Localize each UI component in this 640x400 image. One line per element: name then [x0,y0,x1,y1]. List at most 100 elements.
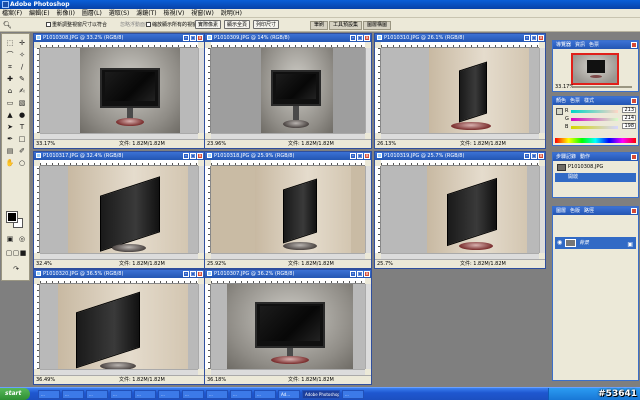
red-slider[interactable] [571,110,618,113]
start-button[interactable]: start [0,388,30,400]
menu-window[interactable]: 視窗(W) [191,10,214,17]
tab-layers[interactable]: 圖層 [556,207,566,215]
document-titlebar[interactable]: P1010310.JPG @ 26.1% (RGB/8) - □ × [375,34,545,42]
taskbar-item[interactable]: ... [230,390,252,399]
taskbar-item[interactable]: ... [342,390,364,399]
document-titlebar[interactable]: P1010320.JPG @ 36.5% (RGB/8) - □ × [34,270,204,278]
tab-channels[interactable]: 色版 [570,207,580,215]
maximize-button[interactable]: □ [190,35,196,41]
taskbar-item[interactable]: ... [158,390,180,399]
type-tool-icon[interactable]: T [17,122,27,132]
marquee-tool-icon[interactable]: ⬚ [5,38,15,48]
tab-info[interactable]: 資訊 [575,41,585,49]
zoom-level[interactable]: 32.4% [36,260,66,268]
actual-pixels-button[interactable]: 實際像素 [195,20,222,29]
minimize-button[interactable]: - [524,35,530,41]
history-snapshot[interactable]: P1010308.JPG [555,163,636,172]
maximize-button[interactable]: □ [357,271,363,277]
path-selection-tool-icon[interactable]: ➤ [5,122,15,132]
color-foreground-swatch[interactable] [556,108,563,115]
taskbar-item[interactable]: ... [254,390,276,399]
maximize-button[interactable]: □ [190,271,196,277]
tab-history[interactable]: 步驟記錄 [556,153,576,161]
document-titlebar[interactable]: P1010319.JPG @ 25.7% (RGB/8) - □ × [375,152,545,160]
document-canvas[interactable] [381,48,539,133]
document-titlebar[interactable]: P1010309.JPG @ 14% (RGB/8) - □ × [205,34,371,42]
blur-tool-icon[interactable]: ▲ [5,110,15,120]
document-window[interactable]: P1010309.JPG @ 14% (RGB/8) - □ × 23.96% 文件:… [204,33,372,149]
zoom-level[interactable]: 33.17% [36,140,66,148]
notes-tool-icon[interactable]: ▤ [5,146,15,156]
document-canvas[interactable] [40,48,198,133]
move-tool-icon[interactable]: ✛ [17,38,27,48]
menu-edit[interactable]: 編輯(E) [29,10,49,17]
document-canvas[interactable] [211,284,365,369]
menu-select[interactable]: 選取(S) [109,10,130,17]
document-window[interactable]: P1010318.JPG @ 25.9% (RGB/8) - □ × 25.92% 文… [204,151,372,269]
document-canvas[interactable] [40,166,198,253]
quick-mask-off-icon[interactable]: ▣ [5,234,15,244]
navigator-zoom-slider[interactable] [573,86,632,88]
healing-brush-tool-icon[interactable]: ✚ [5,74,15,84]
maximize-button[interactable]: □ [531,35,537,41]
maximize-button[interactable]: □ [190,153,196,159]
taskbar-item[interactable]: ... [110,390,132,399]
tab-styles[interactable]: 樣式 [584,97,594,105]
document-titlebar[interactable]: P1010308.JPG @ 33.2% (RGB/8) - □ × [34,34,204,42]
shape-tool-icon[interactable]: □ [17,134,27,144]
menu-layer[interactable]: 圖層(L) [82,10,102,17]
document-canvas[interactable] [211,166,365,253]
close-icon[interactable] [631,208,637,214]
navigator-thumbnail[interactable] [571,53,619,85]
red-value-input[interactable]: 213 [622,107,636,113]
tab-paths[interactable]: 路徑 [584,207,594,215]
document-canvas[interactable] [381,166,539,253]
menu-help[interactable]: 說明(H) [221,10,242,17]
eye-icon[interactable]: ◉ [557,240,562,246]
color-spectrum-bar[interactable] [555,138,636,143]
zoom-tool-icon[interactable]: 🔍︎ [3,21,15,29]
navigator-zoom-level[interactable]: 33.17% [555,84,574,90]
dodge-tool-icon[interactable]: ● [17,110,27,120]
close-button[interactable]: × [364,271,370,277]
menu-image[interactable]: 影像(I) [56,10,74,17]
panel-titlebar[interactable]: 圖層 色版 路徑 [553,207,638,215]
screen-mode-full-icon[interactable]: ■ [18,248,28,258]
panel-titlebar[interactable]: 顏色 色票 樣式 [553,97,638,105]
close-button[interactable]: × [197,271,203,277]
zoom-all-windows-checkbox[interactable]: 縮放顯示所有的視窗 [146,22,197,28]
vertical-scrollbar[interactable] [365,48,371,133]
document-titlebar[interactable]: P1010307.JPG @ 36.2% (RGB/8) - □ × [205,270,371,278]
well-tab-brushes[interactable]: 筆刷 [310,21,329,30]
imageready-jump-icon[interactable]: ↷ [11,264,21,274]
history-state-open[interactable]: 開啟 [555,173,636,182]
close-button[interactable]: × [538,153,544,159]
document-window[interactable]: P1010320.JPG @ 36.5% (RGB/8) - □ × 36.49% 文… [33,269,205,385]
taskbar-item[interactable]: ... [86,390,108,399]
taskbar-item[interactable]: ... [38,390,60,399]
panel-titlebar[interactable]: 步驟記錄 動作 [553,153,638,161]
tab-swatches[interactable]: 色票 [589,41,599,49]
minimize-button[interactable]: - [350,35,356,41]
zoom-tool-icon[interactable]: ○ [17,158,27,168]
tab-actions[interactable]: 動作 [580,153,590,161]
close-button[interactable]: × [364,153,370,159]
quick-mask-on-icon[interactable]: ◎ [17,234,27,244]
document-canvas[interactable] [40,284,198,369]
taskbar-item[interactable]: ... [134,390,156,399]
maximize-button[interactable]: □ [357,153,363,159]
brush-tool-icon[interactable]: ✎ [17,74,27,84]
close-button[interactable]: × [364,35,370,41]
crop-tool-icon[interactable]: ⌗ [5,62,15,72]
minimize-button[interactable]: - [183,153,189,159]
close-icon[interactable] [631,42,637,48]
checkbox-box[interactable] [46,22,51,27]
lasso-tool-icon[interactable]: ⌒ [5,50,15,60]
taskbar-item[interactable]: Ad... [278,390,300,399]
minimize-button[interactable]: - [350,153,356,159]
document-window[interactable]: P1010319.JPG @ 25.7% (RGB/8) - □ × 25.7% 文件… [374,151,546,269]
slice-tool-icon[interactable]: ∕ [17,62,27,72]
maximize-button[interactable]: □ [357,35,363,41]
eraser-tool-icon[interactable]: ▭ [5,98,15,108]
gradient-tool-icon[interactable]: ▧ [17,98,27,108]
